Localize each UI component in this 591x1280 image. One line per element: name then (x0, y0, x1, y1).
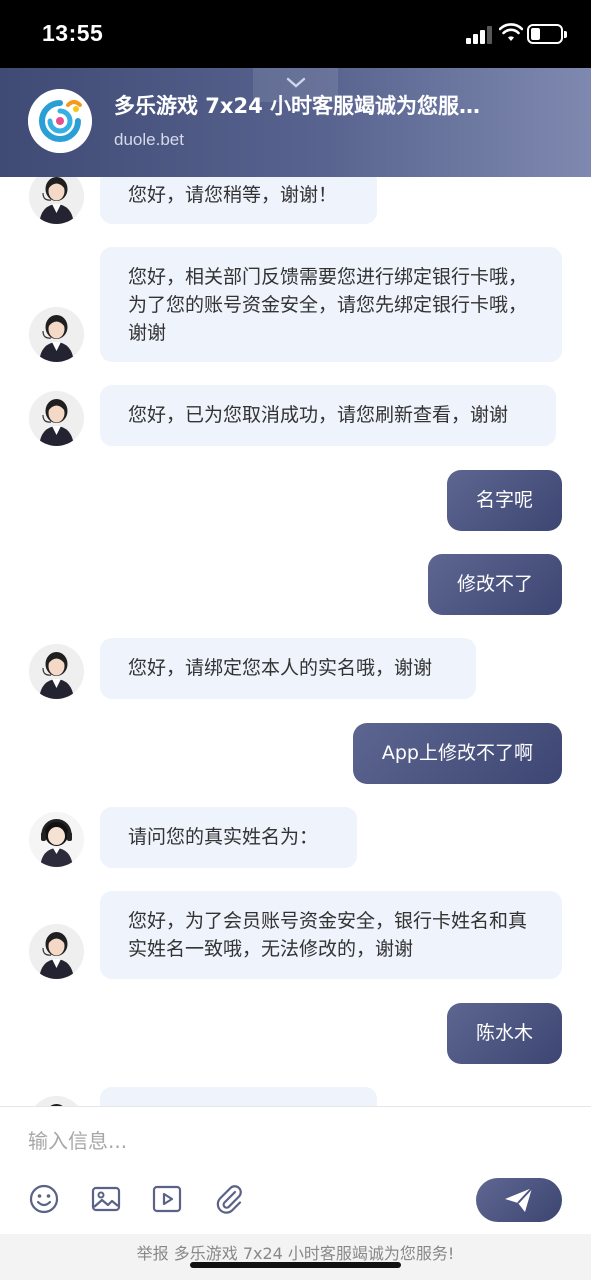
message-outgoing: 修改不了 (427, 554, 562, 615)
message-bubble: 请问您的真实姓名为： (100, 807, 357, 868)
image-icon[interactable] (90, 1183, 122, 1215)
send-button[interactable] (476, 1178, 562, 1222)
agent-avatar (29, 177, 84, 224)
site-domain: duole.bet (114, 130, 184, 149)
home-indicator (190, 1262, 401, 1268)
brand-logo (28, 89, 92, 153)
send-icon (505, 1187, 533, 1212)
composer (0, 1106, 591, 1234)
agent-avatar (29, 391, 84, 446)
status-time: 13:55 (42, 20, 104, 46)
chat-title: 多乐游戏 7x24 小时客服竭诚为您服… (114, 94, 481, 118)
agent-avatar (29, 1096, 84, 1106)
message-bubble: 您好，已为您取消成功，请您刷新查看，谢谢 (100, 385, 556, 446)
message-bubble: 您好，为了会员账号资金安全，银行卡姓名和真实姓名一致哦，无法修改的，谢谢 (100, 891, 562, 979)
status-bar: 13:55 (0, 0, 591, 68)
signal-icon (466, 26, 492, 44)
message-bubble: 您好，相关部门反馈需要您进行绑定银行卡哦，为了您的账号资金安全，请您先绑定银行卡… (100, 247, 562, 362)
agent-avatar (29, 307, 84, 362)
message-bubble: 您好，请您稍等，谢谢！ (100, 177, 377, 224)
agent-avatar-headset (29, 812, 84, 867)
agent-avatar (29, 644, 84, 699)
message-bubble (100, 1087, 377, 1106)
battery-icon (527, 24, 567, 44)
report-link[interactable]: 举报 多乐游戏 7x24 小时客服竭诚为您服务! (0, 1234, 591, 1280)
chat-header: 多乐游戏 7x24 小时客服竭诚为您服… duole.bet (0, 68, 591, 177)
message-input[interactable] (28, 1123, 528, 1159)
message-bubble: 您好，请绑定您本人的实名哦，谢谢 (100, 638, 476, 699)
wifi-icon (498, 23, 524, 43)
chevron-down-icon (286, 77, 306, 88)
emoji-icon[interactable] (28, 1183, 60, 1215)
chat-messages[interactable]: 您好，请您稍等，谢谢！ 您好，相关部门反馈需要您进行绑定银行卡哦，为了您的账号资… (0, 177, 591, 1106)
attachment-icon[interactable] (213, 1183, 245, 1215)
video-icon[interactable] (151, 1183, 183, 1215)
message-outgoing: 名字呢 (446, 470, 562, 531)
message-outgoing: App上修改不了啊 (352, 723, 562, 784)
agent-avatar (29, 924, 84, 979)
message-outgoing: 陈水木 (446, 1003, 562, 1064)
